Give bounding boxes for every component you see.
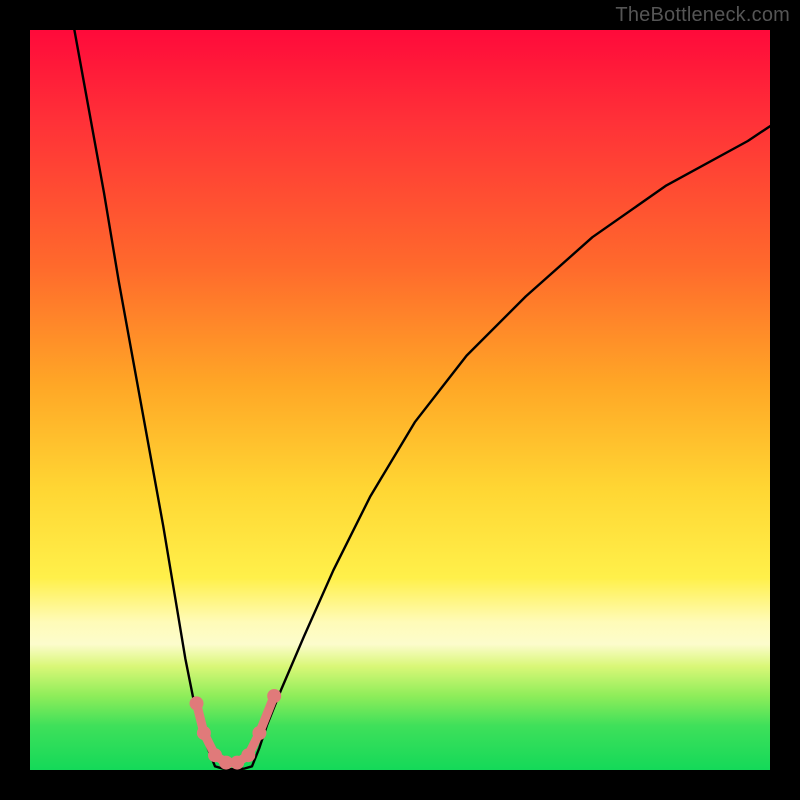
chart-plot-area <box>30 30 770 770</box>
chart-frame: TheBottleneck.com <box>0 0 800 800</box>
salmon-markers <box>190 689 282 770</box>
bottleneck-curve <box>74 30 770 769</box>
chart-svg <box>30 30 770 770</box>
watermark-text: TheBottleneck.com <box>615 4 790 27</box>
